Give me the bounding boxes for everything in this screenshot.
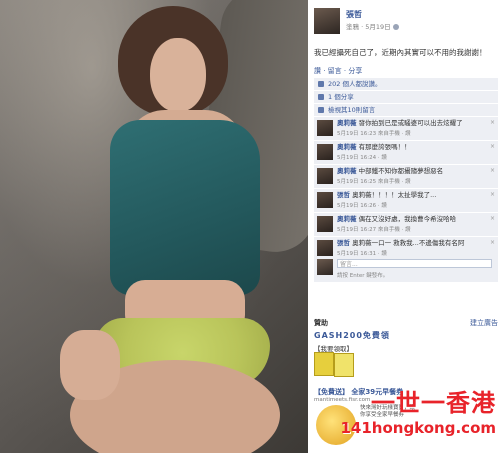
comment-avatar[interactable] — [317, 144, 333, 160]
globe-icon — [392, 24, 399, 30]
comment-item: 奧莉薇 中部鐵不知你都攝隨夢想惡名 5月19日 16:25 來自手機 · 讚 × — [314, 165, 498, 189]
ad1-title[interactable]: GASH200免費領 — [314, 330, 390, 341]
more-comments-text: 檢視其10則留言 — [328, 106, 376, 114]
comment-avatar[interactable] — [317, 192, 333, 208]
write-comment: 留言... 請按 Enter 鍵發布。 — [314, 256, 498, 282]
comment-author[interactable]: 奧莉薇 — [337, 215, 357, 223]
like-icon — [318, 81, 324, 87]
comment-input[interactable]: 留言... — [337, 259, 492, 268]
comment-item: 奧莉薇 發你拍到已是或騷婆可以出去炫耀了 5月19日 16:23 來自手機 · … — [314, 117, 498, 141]
post-date: 塗鴉 · 5月19日 — [346, 23, 391, 31]
comment-list: 奧莉薇 發你拍到已是或騷婆可以出去炫耀了 5月19日 16:23 來自手機 · … — [314, 117, 498, 261]
post-meta: 塗鴉 · 5月19日 — [346, 21, 399, 31]
teal-top — [110, 120, 260, 295]
comment-text: 有那麼誇張嗎！！ — [358, 143, 411, 151]
close-icon[interactable]: × — [490, 144, 495, 150]
likes-text: 202 個人都說讚。 — [328, 80, 382, 88]
comment-item: 張哲 奧莉薇！！！！太扯學我了... 5月19日 16:26 · 讚 × — [314, 189, 498, 213]
post-actions[interactable]: 讚 · 留言 · 分享 — [314, 66, 362, 76]
comment-time[interactable]: 5月19日 16:23 來自手機 · 讚 — [337, 129, 411, 137]
comment-item: 奧莉薇 偶在又沒好處，我換曹今希沒哈哈 5月19日 16:27 來自手機 · 讚… — [314, 213, 498, 237]
comment-avatar[interactable] — [317, 168, 333, 184]
close-icon[interactable]: × — [490, 168, 495, 174]
post-text: 我已經攝死自己了，近期內其實可以不用的我謝謝！ — [314, 48, 487, 57]
close-icon[interactable]: × — [490, 120, 495, 126]
comment-author[interactable]: 奧莉薇 — [337, 119, 357, 127]
enter-hint: 請按 Enter 鍵發布。 — [337, 273, 389, 279]
comment-time[interactable]: 5月19日 16:26 · 讚 — [337, 201, 387, 209]
card-icon — [314, 352, 334, 376]
shares-text: 1 個分享 — [328, 93, 354, 101]
avatar — [317, 259, 333, 275]
comment-time[interactable]: 5月19日 16:27 來自手機 · 讚 — [337, 225, 411, 233]
model-hand — [60, 330, 120, 400]
close-icon[interactable]: × — [490, 192, 495, 198]
comment-item: 奧莉薇 有那麼誇張嗎！！ 5月19日 16:24 · 讚 × — [314, 141, 498, 165]
ad1-image[interactable] — [314, 352, 374, 377]
sponsored-label: 贊助 — [314, 319, 328, 327]
author-name[interactable]: 張哲 — [346, 9, 362, 20]
comment-avatar[interactable] — [317, 216, 333, 232]
comment-time[interactable]: 5月19日 16:24 · 讚 — [337, 153, 387, 161]
card-icon — [334, 353, 354, 377]
comment-icon — [318, 107, 324, 113]
photo[interactable] — [0, 0, 308, 453]
comment-text: 偶在又沒好處，我換曹今希沒哈哈 — [358, 215, 457, 223]
share-icon — [318, 94, 324, 100]
model-face — [150, 38, 206, 112]
more-comments-row[interactable]: 檢視其10則留言 — [314, 104, 498, 117]
shares-row[interactable]: 1 個分享 — [314, 91, 498, 104]
comment-author[interactable]: 張哲 — [337, 191, 350, 199]
comment-author[interactable]: 張哲 — [337, 239, 350, 247]
close-icon[interactable]: × — [490, 216, 495, 222]
avatar[interactable] — [314, 8, 340, 34]
comment-avatar[interactable] — [317, 120, 333, 136]
comment-author[interactable]: 奧莉薇 — [337, 167, 357, 175]
close-icon[interactable]: × — [490, 240, 495, 246]
comment-text: 發你拍到已是或騷婆可以出去炫耀了 — [358, 119, 463, 127]
comment-author[interactable]: 奧莉薇 — [337, 143, 357, 151]
likes-row[interactable]: 202 個人都說讚。 — [314, 78, 498, 91]
watermark: 一世一香港 141hongkong.com — [340, 383, 496, 448]
comment-avatar[interactable] — [317, 240, 333, 256]
ufi: 202 個人都說讚。 1 個分享 檢視其10則留言 — [314, 78, 498, 117]
comment-text: 中部鐵不知你都攝隨夢想惡名 — [358, 167, 444, 175]
watermark-url: 141hongkong.com — [340, 419, 496, 437]
create-ad-link[interactable]: 建立廣告 — [470, 318, 498, 328]
comment-time[interactable]: 5月19日 16:25 來自手機 · 讚 — [337, 177, 411, 185]
watermark-title: 一世一香港 — [371, 389, 496, 417]
comment-text: 奧莉薇一口一 救救我...不邊傷我有名阿 — [352, 239, 465, 247]
comment-text: 奧莉薇！！！！太扯學我了... — [352, 191, 437, 199]
